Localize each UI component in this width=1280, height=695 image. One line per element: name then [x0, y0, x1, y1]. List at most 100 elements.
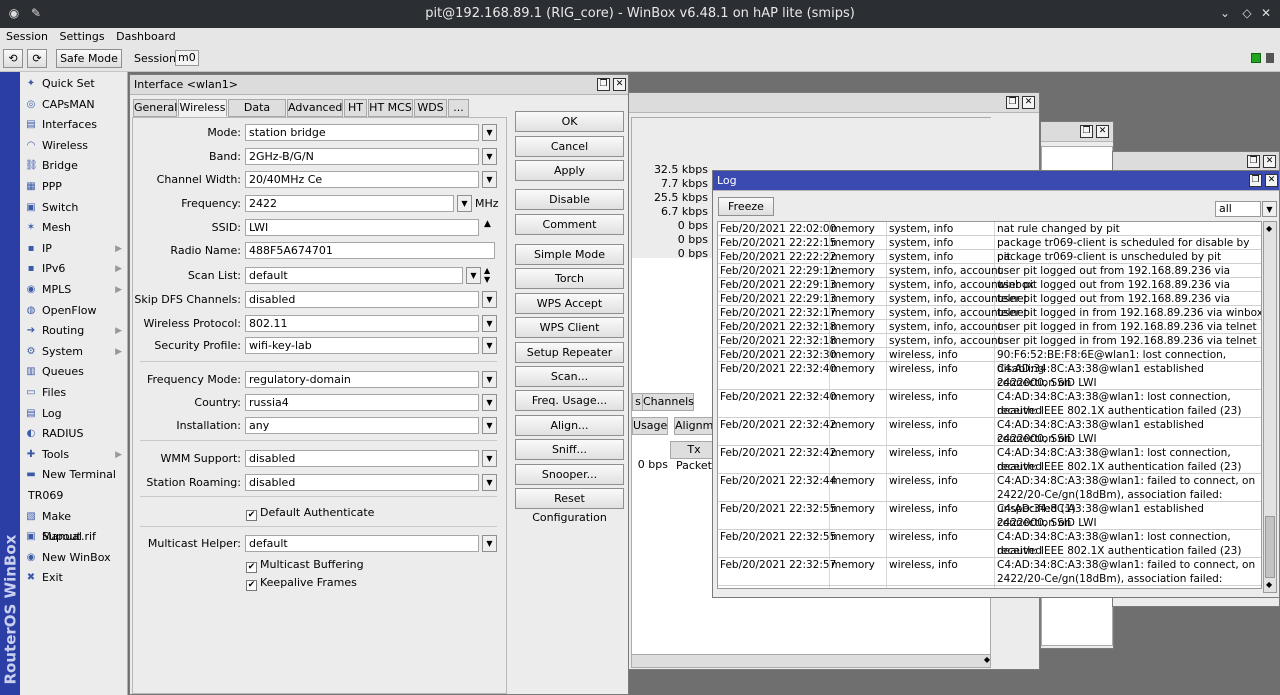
restore-icon[interactable]: ❐	[597, 78, 610, 91]
close-icon[interactable]: ✕	[1022, 96, 1035, 109]
tab-wds[interactable]: WDS	[414, 99, 447, 117]
installation-dropdown-icon[interactable]: ▼	[482, 417, 497, 434]
mode-field[interactable]: station bridge	[245, 124, 479, 141]
sidebar-item-exit[interactable]: ✖ Exit	[20, 568, 128, 588]
sidebar-item-tools[interactable]: ✚ Tools ▶	[20, 445, 128, 465]
freq-usage-button[interactable]: Freq. Usage...	[515, 390, 624, 411]
ssid-collapse-icon[interactable]: ▲	[484, 219, 491, 229]
wireless-protocol-field[interactable]: 802.11	[245, 315, 479, 332]
skip-dfs-dropdown-icon[interactable]: ▼	[482, 291, 497, 308]
sidebar-item-routing[interactable]: ➔ Routing ▶	[20, 321, 128, 341]
diamond-icon[interactable]: ◇	[1239, 5, 1255, 21]
sidebar-item-ip[interactable]: ▪ IP ▶	[20, 239, 128, 259]
log-row[interactable]: Feb/20/2021 22:32:44 memory wireless, info…	[718, 474, 1261, 515]
scroll-thumb[interactable]	[1265, 516, 1275, 578]
log-row[interactable]: Feb/20/2021 22:32:40 memory wireless, info…	[718, 390, 1261, 418]
close-icon[interactable]: ✕	[613, 78, 626, 91]
sidebar-item-mpls[interactable]: ◉ MPLS ▶	[20, 280, 128, 300]
scroll-down-icon[interactable]: ◆	[1266, 580, 1272, 589]
background-col-alignment[interactable]: Alignme	[674, 417, 720, 435]
scroll-up-icon[interactable]: ◆	[1266, 224, 1272, 233]
chevron-down-icon[interactable]: ⌄	[1217, 5, 1233, 21]
wps-client-button[interactable]: WPS Client	[515, 317, 624, 338]
comment-button[interactable]: Comment	[515, 214, 624, 235]
snooper-button[interactable]: Snooper...	[515, 464, 624, 485]
sidebar-item-wireless[interactable]: ◠ Wireless	[20, 136, 128, 156]
background-col-tx-packet[interactable]: Tx Packet	[670, 441, 718, 472]
sidebar-item-new-winbox[interactable]: ◉ New WinBox	[20, 548, 128, 568]
sidebar-item-queues[interactable]: ▥ Queues	[20, 362, 128, 382]
sidebar-item-tr069[interactable]: TR069	[20, 486, 128, 506]
log-row[interactable]: Feb/20/2021 22:32:18 memory system, info, …	[718, 334, 1261, 348]
freeze-button[interactable]: Freeze	[718, 197, 774, 216]
log-row[interactable]: Feb/20/2021 22:29:12 memory system, info, …	[718, 264, 1261, 291]
channel-width-dropdown-icon[interactable]: ▼	[482, 171, 497, 188]
tab-advanced[interactable]: Advanced	[287, 99, 343, 117]
multicast-buffering-checkbox[interactable]: ✔ Multicast Buffering	[246, 557, 364, 573]
log-scrollbar[interactable]: ◆ ◆	[1263, 221, 1277, 593]
country-field[interactable]: russia4	[245, 394, 479, 411]
keepalive-frames-checkbox[interactable]: ✔ Keepalive Frames	[246, 575, 357, 591]
close-icon[interactable]: ✕	[1258, 5, 1274, 21]
multicast-helper-field[interactable]: default	[245, 535, 479, 552]
log-row[interactable]: Feb/20/2021 22:32:18 memory system, info, …	[718, 320, 1261, 334]
restore-icon[interactable]: ❐	[1249, 174, 1262, 187]
frequency-mode-field[interactable]: regulatory-domain	[245, 371, 479, 388]
band-dropdown-icon[interactable]: ▼	[482, 148, 497, 165]
restore-icon[interactable]: ❐	[1080, 125, 1093, 138]
background-col-usage[interactable]: Usage	[632, 417, 668, 435]
tab-data-rates[interactable]: Data Rates	[228, 99, 286, 130]
wireless-protocol-dropdown-icon[interactable]: ▼	[482, 315, 497, 332]
log-filter-dropdown-icon[interactable]: ▼	[1262, 201, 1277, 217]
wmm-support-field[interactable]: disabled	[245, 450, 479, 467]
sidebar-item-manual[interactable]: ▣ Manual	[20, 527, 128, 547]
disable-button[interactable]: Disable	[515, 189, 624, 210]
frequency-mode-dropdown-icon[interactable]: ▼	[482, 371, 497, 388]
station-roaming-dropdown-icon[interactable]: ▼	[482, 474, 497, 491]
sidebar-item-ppp[interactable]: ▦ PPP	[20, 177, 128, 197]
wmm-support-dropdown-icon[interactable]: ▼	[482, 450, 497, 467]
log-row[interactable]: Feb/20/2021 22:22:22 memory system, info pa…	[718, 250, 1261, 264]
sidebar-item-make-supout-rif[interactable]: ▧ Make Supout.rif	[20, 507, 128, 543]
restore-icon[interactable]: ❐	[1247, 155, 1260, 168]
scan-list-updown-icon[interactable]: ▲ ▼	[484, 266, 490, 284]
security-profile-field[interactable]: wifi-key-lab	[245, 337, 479, 354]
scan-list-dropdown-icon[interactable]: ▼	[466, 267, 481, 284]
default-authenticate-checkbox[interactable]: ✔ Default Authenticate	[246, 505, 374, 521]
ok-button[interactable]: OK	[515, 111, 624, 132]
radio-name-field[interactable]: 488F5A674701	[245, 242, 495, 259]
station-roaming-field[interactable]: disabled	[245, 474, 479, 491]
tab-wireless[interactable]: Wireless	[178, 99, 227, 117]
tab-ht-mcs[interactable]: HT MCS	[368, 99, 413, 117]
log-row[interactable]: Feb/20/2021 22:29:13 memory system, info, …	[718, 292, 1261, 319]
sidebar-item-interfaces[interactable]: ▤ Interfaces	[20, 115, 128, 135]
mode-dropdown-icon[interactable]: ▼	[482, 124, 497, 141]
cancel-button[interactable]: Cancel	[515, 136, 624, 157]
sidebar-item-new-terminal[interactable]: ▬ New Terminal	[20, 465, 128, 485]
sidebar-item-system[interactable]: ⚙ System ▶	[20, 342, 128, 362]
multicast-helper-dropdown-icon[interactable]: ▼	[482, 535, 497, 552]
frequency-dropdown-icon[interactable]: ▼	[457, 195, 472, 212]
simple-mode-button[interactable]: Simple Mode	[515, 244, 624, 265]
log-row[interactable]: Feb/20/2021 22:32:30 memory wireless, info…	[718, 348, 1261, 375]
log-filter-select[interactable]: all	[1215, 201, 1261, 217]
log-row[interactable]: Feb/20/2021 22:32:57 memory wireless, info…	[718, 558, 1261, 588]
redo-button[interactable]: ⟳	[27, 49, 47, 68]
skip-dfs-field[interactable]: disabled	[245, 291, 479, 308]
scan-list-field[interactable]: default	[245, 267, 463, 284]
sidebar-item-quick-set[interactable]: ✦ Quick Set	[20, 74, 128, 94]
log-row[interactable]: Feb/20/2021 22:32:55 memory wireless, info…	[718, 502, 1261, 530]
restore-icon[interactable]: ❐	[1006, 96, 1019, 109]
interface-window[interactable]: Interface <wlan1> ❐ ✕ General Wireless Dat…	[129, 74, 629, 695]
sidebar-item-radius[interactable]: ◐ RADIUS	[20, 424, 128, 444]
sniff-button[interactable]: Sniff...	[515, 439, 624, 460]
channel-width-field[interactable]: 20/40MHz Ce	[245, 171, 479, 188]
sidebar-item-switch[interactable]: ▣ Switch	[20, 198, 128, 218]
tab-more[interactable]: ...	[448, 99, 469, 117]
frequency-field[interactable]: 2422	[245, 195, 454, 212]
sidebar-item-bridge[interactable]: ⛓ Bridge	[20, 156, 128, 176]
align-button[interactable]: Align...	[515, 415, 624, 436]
menu-settings[interactable]: Settings	[59, 28, 104, 46]
sidebar-item-capsman[interactable]: ◎ CAPsMAN	[20, 95, 128, 115]
safe-mode-button[interactable]: Safe Mode	[56, 49, 122, 68]
